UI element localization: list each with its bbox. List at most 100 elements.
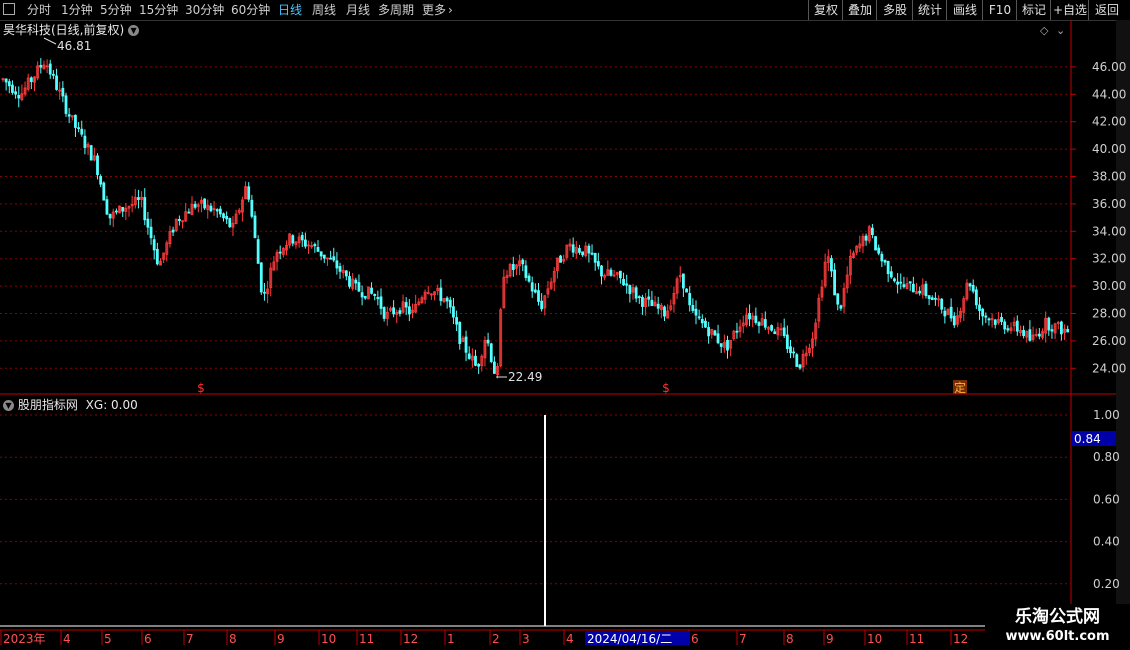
time-axis-label: 6 (144, 632, 152, 646)
candle-body (448, 299, 452, 308)
indicator-tick-label: 0.40 (1093, 535, 1120, 549)
candle-body (836, 293, 840, 305)
candle-body (886, 260, 890, 275)
dropdown-icon[interactable]: ▼ (3, 400, 14, 411)
time-axis-label: 6 (691, 632, 699, 646)
indicator-value: XG: 0.00 (85, 398, 138, 412)
candle-body (348, 276, 351, 287)
candle-body (952, 315, 956, 326)
candle-body (924, 283, 928, 297)
candle-body (656, 303, 660, 309)
stock-title-text: 昊华科技(日线,前复权) (3, 23, 125, 37)
candle-body (61, 87, 65, 97)
candle-body (7, 81, 11, 87)
candle-body (439, 287, 443, 302)
candle-body (697, 316, 701, 319)
diamond-icon[interactable]: ◇ (1040, 24, 1049, 37)
candle-body (694, 308, 698, 316)
price-tick-label: 32.00 (1092, 252, 1126, 266)
candle-body (108, 213, 112, 219)
candle-body (830, 258, 833, 272)
candle-body (152, 239, 156, 251)
candle-body (578, 248, 581, 253)
candle-body (376, 297, 380, 300)
watermark-logo: 乐淘公式网 www.60lt.com (985, 604, 1130, 650)
time-axis-label: 10 (321, 632, 336, 646)
candle-body (707, 327, 710, 337)
candle-body (877, 247, 881, 254)
candle-body (704, 320, 707, 328)
candle-body (1000, 316, 1003, 322)
candle-body (795, 354, 799, 367)
candle-body (700, 319, 704, 324)
candle-body (77, 127, 80, 130)
candle-body (149, 226, 153, 239)
candle-body (833, 269, 836, 296)
chevron-down-icon[interactable]: ⌄ (1056, 24, 1065, 37)
candle-body (215, 209, 219, 212)
candle-body (864, 235, 868, 241)
candle-body (1060, 321, 1063, 335)
candle-body (319, 251, 323, 257)
candle-body (250, 199, 254, 217)
time-axis-label: 1 (447, 632, 455, 646)
candle-body (486, 339, 490, 344)
candle-body (392, 307, 396, 315)
time-axis-label: 12 (953, 632, 968, 646)
candle-body (474, 355, 477, 366)
candle-body (445, 297, 449, 302)
watermark-line2: www.60lt.com (1005, 629, 1110, 644)
signal-marker[interactable]: $ (662, 381, 670, 395)
candle-body (713, 330, 717, 336)
candle-body (981, 308, 985, 317)
dropdown-icon[interactable]: ▼ (128, 25, 140, 36)
candle-body (993, 319, 997, 325)
candle-body (540, 300, 544, 310)
candle-body (763, 319, 767, 328)
candle-body (537, 290, 540, 302)
candle-body (1015, 320, 1019, 332)
time-axis-label: 2 (492, 632, 500, 646)
indicator-title[interactable]: ▼ 股朋指标网 XG: 0.00 (3, 396, 138, 413)
candle-body (354, 279, 358, 284)
candle-body (641, 296, 644, 307)
candle-body (83, 135, 87, 148)
time-axis-label: 8 (229, 632, 237, 646)
stock-title[interactable]: 昊华科技(日线,前复权) ▼ (3, 21, 140, 38)
candle-body (39, 64, 43, 68)
time-axis-label: 12 (403, 632, 418, 646)
candle-body (300, 235, 304, 241)
candle-body (735, 330, 739, 333)
candle-body (625, 283, 629, 286)
candle-body (313, 244, 317, 247)
candle-body (927, 295, 931, 299)
candle-body (177, 218, 181, 222)
price-tick-label: 26.00 (1092, 334, 1126, 348)
candle-body (382, 307, 386, 319)
price-tick-label: 28.00 (1092, 307, 1126, 321)
candle-body (29, 77, 33, 83)
indicator-name: 股朋指标网 (17, 398, 78, 412)
candle-body (74, 114, 77, 128)
candle-body (874, 236, 877, 251)
candle-body (193, 203, 197, 208)
signal-marker[interactable]: $ (197, 381, 205, 395)
candle-body (464, 336, 468, 353)
candle-body (455, 317, 459, 325)
high-annotation-arrow (43, 37, 57, 45)
indicator-tick-label: 0.80 (1093, 450, 1120, 464)
time-axis-label: 7 (739, 632, 747, 646)
time-axis-label: 9 (826, 632, 834, 646)
candle-body (581, 251, 584, 256)
candle-body (99, 176, 103, 185)
candle-body (1037, 333, 1041, 337)
candle-body (55, 75, 58, 90)
signal-marker[interactable]: 定 (954, 380, 966, 395)
price-tick-label: 42.00 (1092, 115, 1126, 129)
candle-body (949, 306, 953, 319)
candle-body (971, 284, 975, 292)
chart-canvas: 46.00 44.00 42.00 40.00 38.00 36.00 34.00 32.00… (0, 20, 1130, 646)
candle-body (171, 229, 175, 233)
candle-body (52, 73, 55, 76)
indicator-tick-label: 0.20 (1093, 577, 1120, 591)
